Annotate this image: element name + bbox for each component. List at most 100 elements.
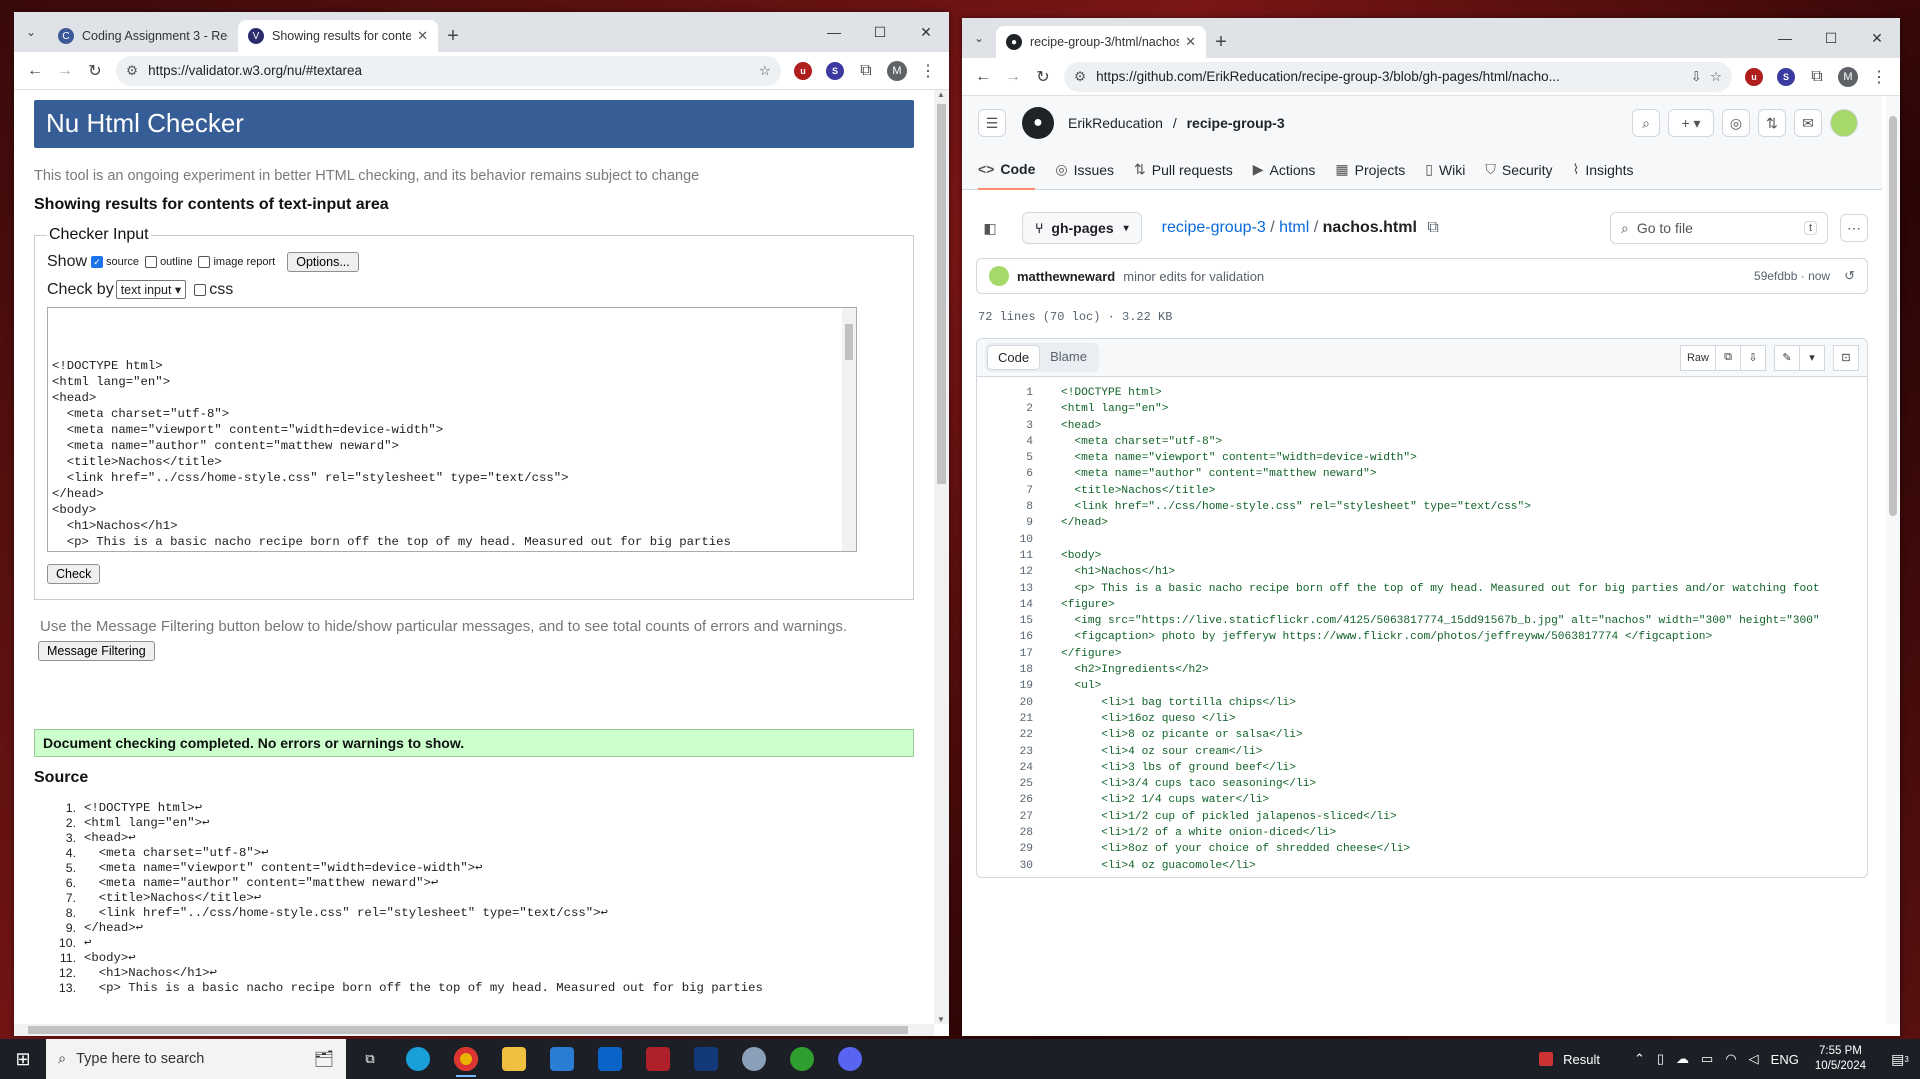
minimize-button[interactable]: —: [1762, 18, 1808, 58]
code-line-number[interactable]: 5: [977, 450, 1033, 466]
code-line-number[interactable]: 19: [977, 678, 1033, 694]
code-line-number[interactable]: 28: [977, 825, 1033, 841]
wifi-icon[interactable]: ◠: [1725, 1051, 1736, 1067]
code-tab[interactable]: Code: [987, 345, 1041, 370]
menu-kebab-icon[interactable]: ⋮: [913, 56, 943, 86]
code-line-number[interactable]: 8: [977, 499, 1033, 515]
copy-raw-icon[interactable]: ⧉: [1715, 344, 1741, 371]
store-icon[interactable]: [538, 1039, 586, 1079]
message-filtering-button[interactable]: Message Filtering: [38, 641, 155, 661]
edit-dropdown-icon[interactable]: ▾: [1799, 344, 1825, 371]
edge-icon[interactable]: [394, 1039, 442, 1079]
extension-icon[interactable]: S: [1777, 67, 1795, 86]
close-tab-icon[interactable]: ✕: [1185, 34, 1196, 50]
phone-link-icon[interactable]: ▯: [1657, 1051, 1664, 1067]
address-bar[interactable]: ⚙ https://github.com/ErikReducation/reci…: [1064, 61, 1732, 92]
show-outline-option[interactable]: outline: [145, 256, 192, 268]
more-options-icon[interactable]: ⋯: [1840, 214, 1868, 242]
taskbar-search[interactable]: ⌕ Type here to search 🗂: [46, 1039, 346, 1079]
discord-icon[interactable]: [826, 1039, 874, 1079]
close-tab-icon[interactable]: ✕: [417, 28, 428, 44]
show-image-report-option[interactable]: image report: [198, 256, 275, 268]
maximize-button[interactable]: ☐: [1808, 18, 1854, 58]
page-scrollbar[interactable]: [1886, 96, 1900, 1024]
branch-selector[interactable]: ⑂ gh-pages ▾: [1022, 212, 1142, 244]
pull-requests-icon[interactable]: ⇅: [1758, 109, 1786, 137]
site-info-icon[interactable]: ⚙: [126, 63, 138, 79]
battery-icon[interactable]: ▭: [1701, 1051, 1713, 1067]
code-line-number[interactable]: 6: [977, 466, 1033, 482]
ublock-extension-icon[interactable]: u: [1745, 67, 1763, 86]
outlook-icon[interactable]: [586, 1039, 634, 1079]
tab-search-icon[interactable]: ⌄: [14, 12, 48, 52]
profile-avatar[interactable]: M: [1838, 66, 1858, 87]
code-line-number[interactable]: 30: [977, 858, 1033, 874]
extensions-puzzle-icon[interactable]: ⧉: [1802, 62, 1832, 92]
profile-avatar[interactable]: M: [887, 60, 907, 81]
nav-issues[interactable]: ◎ Issues: [1055, 150, 1114, 190]
code-line-number[interactable]: 24: [977, 760, 1033, 776]
tab-github-file[interactable]: ● recipe-group-3/html/nachos.ht ✕: [996, 26, 1206, 58]
reload-icon[interactable]: ↻: [80, 56, 110, 86]
owner-link[interactable]: ErikReducation: [1068, 115, 1163, 131]
nav-security[interactable]: ⛉ Security: [1485, 150, 1552, 190]
code-line-number[interactable]: 3: [977, 418, 1033, 434]
checkbox-icon[interactable]: [198, 256, 211, 268]
code-line-number[interactable]: 25: [977, 776, 1033, 792]
tab-coding-assignment[interactable]: C Coding Assignment 3 - Recipe P: [48, 20, 238, 52]
commit-sha[interactable]: 59efdbb · now: [1754, 269, 1830, 283]
code-line-number[interactable]: 21: [977, 711, 1033, 727]
reload-icon[interactable]: ↻: [1028, 62, 1058, 92]
css-option[interactable]: css: [194, 281, 233, 299]
extensions-puzzle-icon[interactable]: ⧉: [851, 56, 881, 86]
code-line-number[interactable]: 13: [977, 581, 1033, 597]
menu-kebab-icon[interactable]: ⋮: [1864, 62, 1894, 92]
code-line-number[interactable]: 23: [977, 744, 1033, 760]
copy-path-icon[interactable]: ⧉: [1427, 219, 1438, 236]
volume-icon[interactable]: ◁: [1749, 1051, 1759, 1067]
bookmark-star-icon[interactable]: ☆: [1710, 69, 1722, 85]
nav-wiki[interactable]: ▯ Wiki: [1425, 150, 1465, 190]
download-icon[interactable]: ⇩: [1740, 344, 1766, 371]
task-view-icon[interactable]: ⧉: [346, 1039, 394, 1079]
onedrive-icon[interactable]: ☁: [1676, 1051, 1689, 1067]
history-icon[interactable]: ↺: [1844, 268, 1855, 284]
nav-insights[interactable]: ⌇ Insights: [1572, 150, 1633, 190]
windows-start-icon[interactable]: ⊞: [0, 1039, 46, 1079]
page-scrollbar[interactable]: ▲ ▼: [934, 90, 949, 1024]
code-line-number[interactable]: 11: [977, 548, 1033, 564]
install-app-icon[interactable]: ⇩: [1691, 69, 1702, 85]
source-textarea[interactable]: <!DOCTYPE html> <html lang="en"> <head> <m…: [47, 307, 857, 552]
new-tab-button[interactable]: +: [438, 20, 468, 52]
code-line-number[interactable]: 18: [977, 662, 1033, 678]
checkbox-icon[interactable]: [145, 256, 158, 268]
code-line-number[interactable]: 17: [977, 646, 1033, 662]
nav-actions[interactable]: ▶ Actions: [1253, 150, 1316, 190]
new-tab-button[interactable]: +: [1206, 26, 1236, 58]
inbox-icon[interactable]: ✉: [1794, 109, 1822, 137]
address-bar[interactable]: ⚙ https://validator.w3.org/nu/#textarea …: [116, 55, 781, 86]
code-line-number[interactable]: 15: [977, 613, 1033, 629]
check-by-select[interactable]: text input ▾: [115, 280, 187, 299]
chrome-icon[interactable]: [442, 1039, 490, 1079]
monitor-app-icon[interactable]: [682, 1039, 730, 1079]
textarea-scrollbar[interactable]: [842, 308, 856, 551]
sidebar-toggle-icon[interactable]: ◧: [976, 214, 1004, 242]
code-line-number[interactable]: 27: [977, 809, 1033, 825]
language-indicator[interactable]: ENG: [1771, 1052, 1799, 1067]
file-explorer-icon[interactable]: [490, 1039, 538, 1079]
breadcrumb-repo[interactable]: recipe-group-3: [1162, 219, 1266, 236]
checkbox-icon[interactable]: [194, 283, 207, 296]
app-icon[interactable]: [634, 1039, 682, 1079]
user-avatar[interactable]: [1830, 109, 1858, 137]
weather-widget[interactable]: Result: [1539, 1052, 1600, 1067]
site-info-icon[interactable]: ⚙: [1074, 69, 1086, 85]
code-line-number[interactable]: 2: [977, 401, 1033, 417]
search-icon[interactable]: ⌕: [1632, 109, 1660, 137]
steam-icon[interactable]: [730, 1039, 778, 1079]
close-window-button[interactable]: ✕: [903, 12, 949, 52]
create-new-icon[interactable]: + ▾: [1668, 109, 1714, 137]
page-horizontal-scrollbar[interactable]: [14, 1024, 934, 1036]
symbols-panel-icon[interactable]: ⊡: [1833, 344, 1859, 371]
ublock-extension-icon[interactable]: u: [794, 61, 812, 80]
